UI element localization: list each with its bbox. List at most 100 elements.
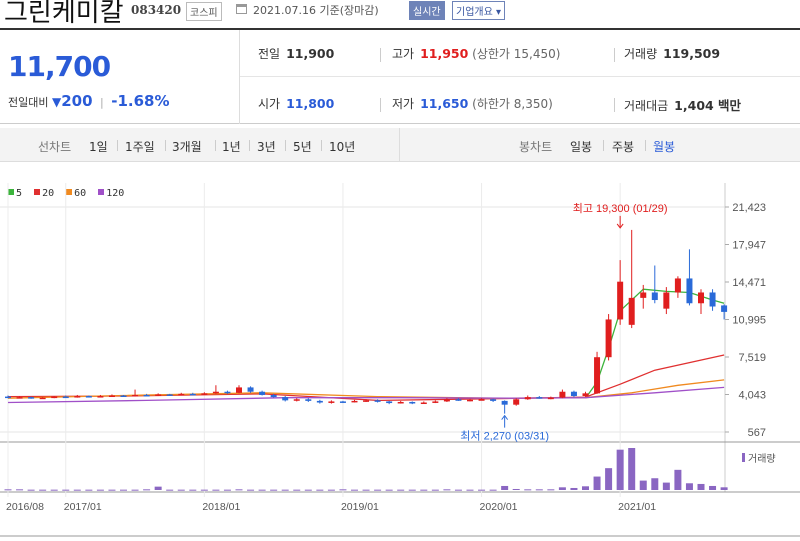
legend-swatch bbox=[66, 189, 73, 195]
volume-bar bbox=[662, 482, 670, 490]
volume-bar bbox=[685, 483, 693, 490]
volume-bar bbox=[709, 485, 717, 490]
y-tick-label: 567 bbox=[748, 427, 766, 439]
volume-bar bbox=[177, 489, 185, 491]
period-10y[interactable]: 10년 bbox=[329, 138, 355, 155]
candle-body bbox=[132, 394, 139, 397]
bar-divider bbox=[399, 128, 400, 162]
candle-daily[interactable]: 일봉 bbox=[570, 138, 592, 155]
change-row: 전일대비 ▼200 | -1.68% bbox=[8, 92, 170, 110]
volume-bar bbox=[570, 487, 578, 490]
y-tick-label: 14,471 bbox=[732, 277, 766, 289]
candle-body bbox=[201, 393, 208, 395]
volume-bar bbox=[293, 489, 301, 491]
volume-bar bbox=[258, 489, 266, 491]
volume-bar bbox=[39, 489, 47, 491]
legend-swatch bbox=[98, 189, 105, 195]
volume-bar bbox=[281, 489, 289, 491]
low-price: 저가 11,650 (하한가 8,350) bbox=[392, 95, 553, 112]
volume-bar bbox=[558, 487, 566, 490]
x-axis: 2016/08 2017/01 2018/01 2019/01 2020/01 2021/… bbox=[6, 501, 656, 513]
candle-body bbox=[282, 397, 289, 401]
candle-body bbox=[570, 391, 577, 397]
candle-body bbox=[628, 297, 635, 325]
divider bbox=[614, 98, 615, 112]
candle-body bbox=[16, 397, 23, 399]
candle-body bbox=[189, 393, 196, 396]
grid bbox=[0, 183, 800, 537]
volume-bar bbox=[270, 489, 278, 491]
trade-amount: 거래대금 1,404 백만 bbox=[624, 95, 741, 114]
period-1d[interactable]: 1일 bbox=[89, 138, 108, 155]
row-divider bbox=[240, 76, 800, 77]
open-label: 시가 bbox=[258, 97, 281, 111]
line-chart-label: 선차트 bbox=[38, 140, 72, 154]
candle-body bbox=[617, 281, 624, 320]
x-tick-label: 2016/08 bbox=[6, 501, 44, 513]
period-1y[interactable]: 1년 bbox=[222, 138, 241, 155]
volume-bar bbox=[547, 489, 555, 491]
divider bbox=[614, 48, 615, 62]
candle-body bbox=[432, 401, 439, 403]
chevron-down-icon: ▾ bbox=[496, 7, 502, 18]
candle-body bbox=[651, 292, 658, 301]
company-info-button[interactable]: 기업개요 ▾ bbox=[452, 1, 506, 20]
volume-bar bbox=[120, 489, 127, 491]
candle-body bbox=[166, 394, 173, 396]
moving-averages bbox=[7, 288, 725, 404]
candle-body bbox=[270, 394, 277, 398]
candles bbox=[5, 229, 728, 414]
realtime-button[interactable]: 실시간 bbox=[409, 1, 445, 20]
candle-body bbox=[85, 396, 92, 398]
candle-monthly[interactable]: 월봉 bbox=[653, 138, 675, 155]
divider bbox=[603, 140, 604, 151]
volume-bar bbox=[397, 489, 405, 491]
volume-bar bbox=[593, 476, 601, 490]
candle-body bbox=[524, 397, 531, 400]
volume-bar bbox=[154, 486, 162, 490]
candle-body bbox=[259, 391, 266, 395]
candle-body bbox=[363, 400, 370, 402]
candle-body bbox=[397, 401, 404, 404]
divider bbox=[380, 48, 381, 62]
divider bbox=[380, 98, 381, 112]
volume-bar bbox=[247, 489, 255, 491]
volume-bar bbox=[85, 489, 93, 491]
stock-code: 083420 bbox=[131, 3, 182, 17]
period-3m[interactable]: 3개월 bbox=[172, 138, 202, 155]
open-price: 시가 11,800 bbox=[258, 95, 334, 112]
period-1w[interactable]: 1주일 bbox=[125, 138, 155, 155]
candle-body bbox=[5, 396, 11, 399]
candle-body bbox=[536, 397, 543, 399]
stock-header: 그린케미칼 083420 코스피 2021.07.16 기준(장마감) 실시간 … bbox=[0, 0, 800, 28]
x-tick-label: 2019/01 bbox=[341, 501, 379, 513]
candle-body bbox=[178, 393, 185, 396]
prev-close: 전일 11,900 bbox=[258, 45, 334, 62]
volume-bar bbox=[478, 489, 486, 491]
divider bbox=[117, 140, 118, 151]
divider bbox=[645, 140, 646, 151]
volume-bar bbox=[374, 489, 382, 491]
volume-bar bbox=[582, 486, 589, 490]
period-5y[interactable]: 5년 bbox=[293, 138, 312, 155]
volume-bar bbox=[616, 449, 624, 490]
company-name: 그린케미칼 bbox=[4, 0, 124, 28]
candle-body bbox=[455, 399, 462, 401]
chart-period-bar: 선차트 1일 1주일 3개월 1년 3년 5년 10년 봉차트 일봉 주봉 월봉 bbox=[0, 128, 800, 162]
candle-body bbox=[386, 401, 393, 404]
volume-bar bbox=[628, 448, 636, 490]
volume-bar bbox=[339, 489, 347, 491]
divider bbox=[285, 140, 286, 151]
legend-ma20: 20 bbox=[34, 188, 54, 199]
candle-body bbox=[351, 400, 358, 403]
candle-body bbox=[582, 393, 589, 397]
candle-body bbox=[143, 394, 150, 397]
period-3y[interactable]: 3년 bbox=[257, 138, 276, 155]
volume-bar bbox=[96, 489, 104, 491]
down-arrow-icon: ▼ bbox=[51, 95, 62, 109]
change-value: 200 bbox=[61, 92, 93, 110]
up-arrow-icon bbox=[501, 414, 509, 420]
candle-weekly[interactable]: 주봉 bbox=[612, 138, 634, 155]
lower-limit: (하한가 8,350) bbox=[472, 97, 553, 111]
base-date: 2021.07.16 기준(장마감) bbox=[253, 4, 379, 17]
